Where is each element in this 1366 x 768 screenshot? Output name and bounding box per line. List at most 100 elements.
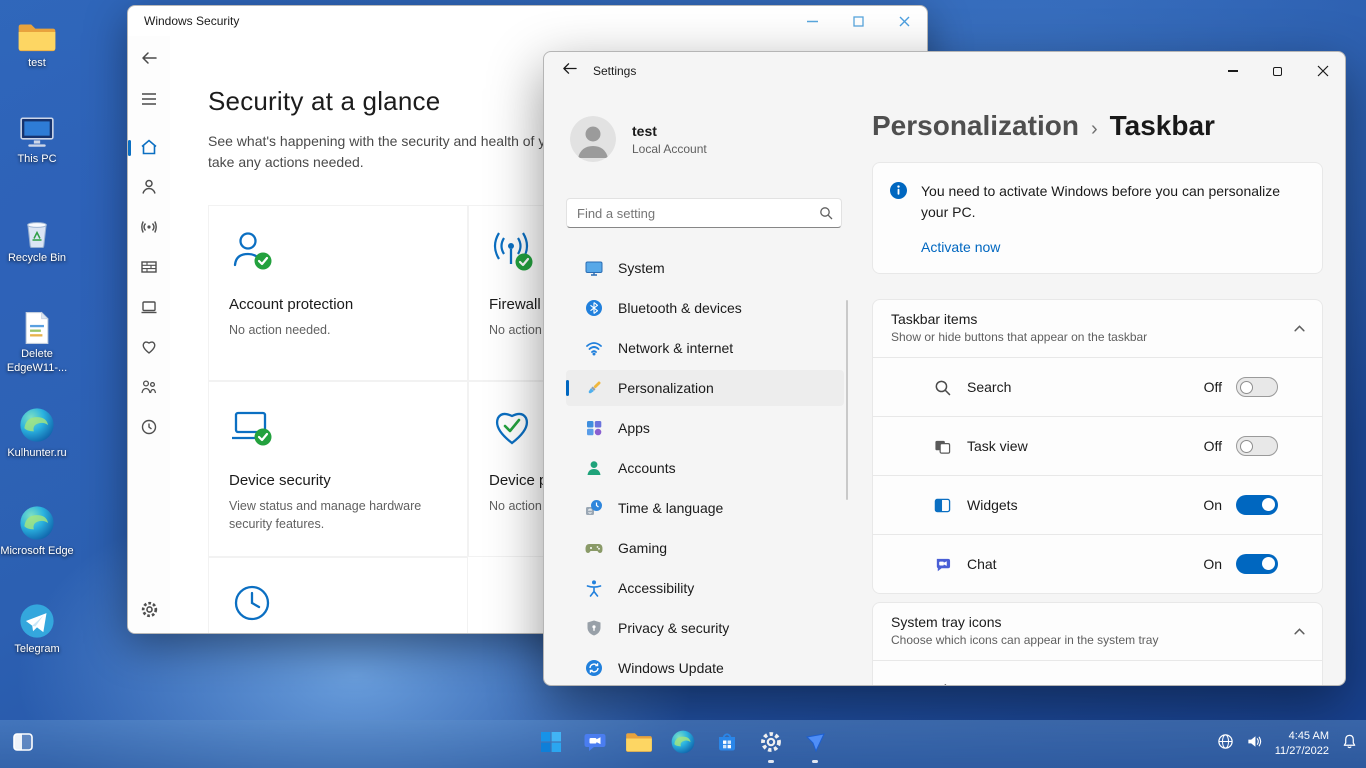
taskbar-items-header[interactable]: Taskbar items Show or hide buttons that … [872, 299, 1323, 358]
minimize-button[interactable] [789, 6, 835, 36]
start-button[interactable] [531, 724, 571, 764]
desktop-icon-label: Recycle Bin [7, 252, 67, 264]
firewall-nav-icon[interactable] [128, 258, 170, 276]
chat-icon [583, 730, 607, 759]
taskbar-widgets-button[interactable] [10, 731, 36, 757]
bluetooth-icon [580, 299, 608, 317]
edge-button[interactable] [663, 724, 703, 764]
desktop-icon-label: Delete EdgeW11-... [6, 348, 68, 374]
close-button[interactable] [1300, 52, 1345, 90]
desktop-icon-label: This PC [17, 153, 57, 165]
desktop-icon-telegram[interactable]: Telegram [0, 598, 74, 657]
maximize-button[interactable] [835, 6, 881, 36]
store-button[interactable] [707, 724, 747, 764]
edge-icon [0, 402, 74, 444]
account-protection-card[interactable]: Account protection No action needed. [208, 205, 468, 381]
sidebar-item-bluetooth[interactable]: Bluetooth & devices [566, 290, 844, 326]
back-icon[interactable] [562, 61, 577, 81]
desktop-icon-microsoft-edge[interactable]: Microsoft Edge [0, 500, 74, 559]
sidebar-item-label: Accessibility [618, 580, 695, 596]
sidebar-item-label: Privacy & security [618, 620, 730, 636]
sidebar-item-windows-update[interactable]: Windows Update [566, 650, 844, 685]
scrollbar[interactable] [846, 300, 848, 500]
pen-icon [931, 682, 953, 685]
sidebar-item-label: Accounts [618, 460, 676, 476]
file-explorer-button[interactable] [619, 724, 659, 764]
desktop-icon-this-pc[interactable]: This PC [0, 108, 74, 167]
sidebar-item-label: Gaming [618, 540, 668, 556]
desktop-icon-recycle-bin[interactable]: Recycle Bin [0, 207, 74, 266]
close-button[interactable] [881, 6, 927, 36]
clock-time: 4:45 AM [1288, 729, 1329, 742]
settings-gear-icon[interactable] [128, 600, 170, 619]
device-security-card[interactable]: Device security View status and manage h… [208, 381, 468, 557]
search-box [566, 198, 842, 228]
telegram-icon [0, 598, 74, 640]
minimize-button[interactable] [1210, 52, 1255, 90]
security-titlebar[interactable]: Windows Security [128, 6, 927, 36]
menu-icon[interactable] [128, 92, 170, 106]
pinned-app-button[interactable] [795, 724, 835, 764]
sidebar-item-network[interactable]: Network & internet [566, 330, 844, 366]
desktop-icon-label: Telegram [14, 643, 60, 655]
device-health-nav-icon[interactable] [128, 338, 170, 356]
settings-titlebar[interactable]: Settings [544, 52, 1345, 90]
device-security-nav-icon[interactable] [128, 298, 170, 316]
chat-toggle[interactable] [1236, 554, 1278, 574]
widgets-icon [931, 497, 953, 514]
back-icon[interactable] [128, 50, 170, 66]
account-protection-nav-icon[interactable] [128, 178, 170, 196]
breadcrumb-parent[interactable]: Personalization [872, 110, 1079, 142]
chevron-up-icon[interactable] [1293, 625, 1306, 643]
widgets-toggle[interactable] [1236, 495, 1278, 515]
sidebar-item-label: System [618, 260, 665, 276]
network-protection-nav-icon[interactable] [128, 218, 170, 236]
desktop-icon-label: test [28, 57, 46, 69]
sidebar-item-personalization[interactable]: Personalization [566, 370, 844, 406]
chat-button[interactable] [575, 724, 615, 764]
toggle-row-task-view: Task view Off [872, 417, 1323, 476]
card-subtitle: No action needed. [229, 322, 331, 337]
desktop-icon-kulhunter[interactable]: Kulhunter.ru [0, 402, 74, 461]
sidebar-item-privacy[interactable]: Privacy & security [566, 610, 844, 646]
maximize-button[interactable] [1255, 52, 1300, 90]
settings-button[interactable] [751, 724, 791, 764]
time-language-icon [580, 499, 608, 517]
network-globe-icon[interactable] [1217, 733, 1234, 755]
toggle-state: On [1203, 497, 1222, 513]
page-title: Taskbar [1109, 110, 1215, 141]
user-account[interactable]: test Local Account [544, 90, 862, 162]
home-icon[interactable] [128, 138, 170, 156]
avatar [570, 116, 616, 162]
sidebar-item-gaming[interactable]: Gaming [566, 530, 844, 566]
chevron-up-icon[interactable] [1293, 322, 1306, 340]
notification-bell-icon[interactable] [1341, 733, 1358, 755]
toggle-label: Task view [967, 438, 1028, 454]
system-tray-header[interactable]: System tray icons Choose which icons can… [872, 602, 1323, 661]
desktop-icon-test[interactable]: test [0, 12, 74, 71]
family-options-nav-icon[interactable] [128, 378, 170, 396]
settings-content: Personalization › Taskbar You need to ac… [872, 90, 1345, 685]
sidebar-item-apps[interactable]: Apps [566, 410, 844, 446]
edge-icon [0, 500, 74, 542]
speaker-icon[interactable] [1246, 733, 1263, 755]
sidebar-item-system[interactable]: System [566, 250, 844, 286]
task-view-toggle[interactable] [1236, 436, 1278, 456]
sidebar-item-accounts[interactable]: Accounts [566, 450, 844, 486]
protection-history-nav-icon[interactable] [128, 418, 170, 436]
activate-now-link[interactable]: Activate now [921, 239, 1000, 255]
card-subtitle: View status and manage hardware security… [229, 498, 422, 531]
section-subtitle: Choose which icons can appear in the sys… [891, 633, 1159, 647]
user-name: test [632, 122, 657, 139]
search-input[interactable] [566, 198, 842, 228]
search-toggle[interactable] [1236, 377, 1278, 397]
sidebar-item-time-language[interactable]: Time & language [566, 490, 844, 526]
windows-update-icon [580, 659, 608, 677]
sidebar-item-label: Bluetooth & devices [618, 300, 742, 316]
protection-history-card[interactable] [208, 557, 468, 633]
desktop-icon-delete-edge[interactable]: Delete EdgeW11-... [0, 303, 74, 376]
sidebar-item-accessibility[interactable]: Accessibility [566, 570, 844, 606]
toggle-row-widgets: Widgets On [872, 476, 1323, 535]
taskbar-clock[interactable]: 4:45 AM 11/27/2022 [1275, 729, 1329, 760]
open-app-indicator [768, 760, 774, 763]
